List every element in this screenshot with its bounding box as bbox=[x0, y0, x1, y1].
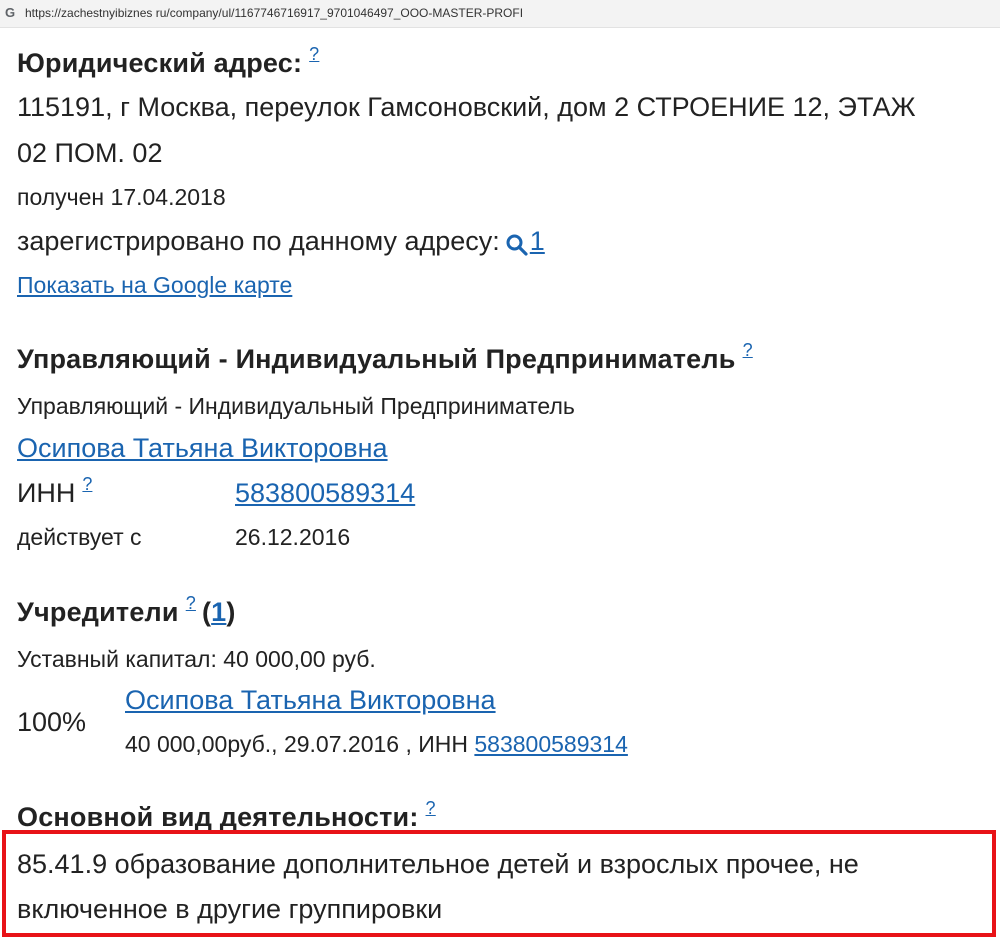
founders-heading-text: Учредители bbox=[17, 597, 179, 627]
help-link[interactable]: ? bbox=[82, 474, 92, 494]
registered-count-link[interactable]: 1 bbox=[530, 226, 545, 256]
founder-name-link[interactable]: Осипова Татьяна Викторовна bbox=[125, 685, 496, 716]
legal-address-heading-text: Юридический адрес: bbox=[17, 48, 303, 78]
manager-since-label: действует с bbox=[17, 524, 142, 550]
google-map-link[interactable]: Показать на Google карте bbox=[17, 272, 292, 299]
founder-details: 40 000,00руб., 29.07.2016 , ИНН 58380058… bbox=[125, 731, 628, 758]
founders-heading: Учредители? (1) bbox=[17, 593, 236, 628]
legal-address-line2: 02 ПОМ. 02 bbox=[17, 138, 163, 168]
main-activity-line2: включенное в другие группировки bbox=[17, 894, 443, 924]
address-received-date: получен 17.04.2018 bbox=[17, 184, 226, 210]
help-link[interactable]: ? bbox=[309, 44, 319, 64]
legal-address-heading: Юридический адрес:? bbox=[17, 44, 319, 79]
main-activity-heading-text: Основной вид деятельности: bbox=[17, 802, 419, 832]
founder-inn-link[interactable]: 583800589314 bbox=[474, 731, 628, 757]
manager-subtitle: Управляющий - Индивидуальный Предпринима… bbox=[17, 393, 575, 419]
help-link[interactable]: ? bbox=[186, 593, 196, 613]
founder-share: 100% bbox=[17, 707, 87, 737]
google-favicon-icon: G bbox=[5, 5, 16, 20]
inn-label-text: ИНН bbox=[17, 478, 76, 508]
founder-details-text: 40 000,00руб., 29.07.2016 , ИНН bbox=[125, 731, 468, 757]
manager-heading-text: Управляющий - Индивидуальный Предпринима… bbox=[17, 344, 736, 374]
help-link[interactable]: ? bbox=[426, 798, 436, 818]
registered-at-address: зарегистрировано по данному адресу: 1 bbox=[17, 226, 545, 257]
manager-inn-link[interactable]: 583800589314 bbox=[235, 478, 415, 509]
search-icon[interactable] bbox=[506, 232, 528, 256]
help-link[interactable]: ? bbox=[743, 340, 753, 360]
main-activity-line1: 85.41.9 образование дополнительное детей… bbox=[17, 849, 859, 879]
legal-address-line1: 115191, г Москва, переулок Гамсоновский,… bbox=[17, 92, 916, 122]
charter-capital: Уставный капитал: 40 000,00 руб. bbox=[17, 646, 376, 672]
main-activity-heading: Основной вид деятельности:? bbox=[17, 798, 436, 833]
registered-label: зарегистрировано по данному адресу: bbox=[17, 226, 500, 256]
manager-inn-label: ИНН? bbox=[17, 474, 92, 509]
founders-count-close: ) bbox=[226, 597, 236, 627]
url-text[interactable]: https://zachestnyibiznes ru/company/ul/1… bbox=[25, 6, 523, 20]
address-bar[interactable]: G https://zachestnyibiznes ru/company/ul… bbox=[0, 0, 1000, 28]
founders-count-link[interactable]: 1 bbox=[211, 597, 226, 627]
manager-since-date: 26.12.2016 bbox=[235, 524, 351, 550]
manager-heading: Управляющий - Индивидуальный Предпринима… bbox=[17, 340, 753, 375]
manager-name-link[interactable]: Осипова Татьяна Викторовна bbox=[17, 433, 388, 464]
founders-count-open: ( bbox=[201, 597, 212, 627]
